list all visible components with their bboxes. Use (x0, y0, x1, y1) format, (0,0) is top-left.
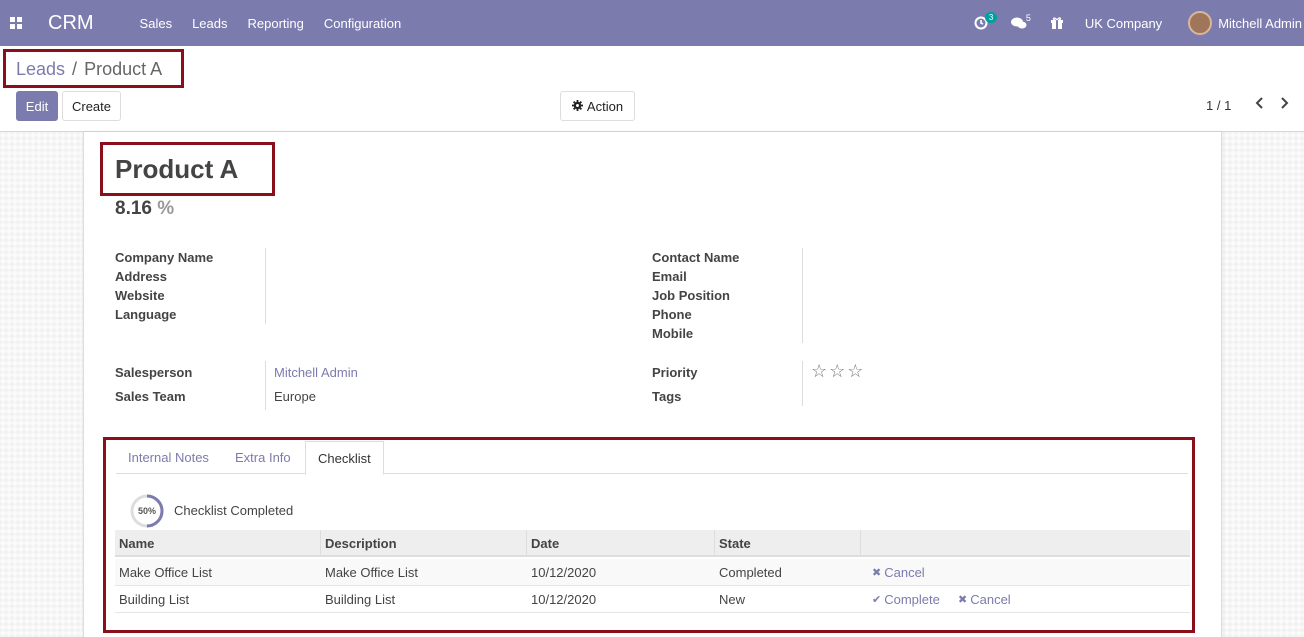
close-icon: ✖ (872, 567, 882, 579)
sales-team-value: Europe (274, 389, 316, 404)
action-button[interactable]: Action (560, 91, 635, 121)
email-label: Email (652, 269, 687, 284)
highlight-box-title (100, 142, 275, 196)
create-button[interactable]: Create (62, 91, 121, 121)
language-label: Language (115, 307, 177, 322)
job-position-label: Job Position (652, 288, 730, 303)
menu-leads[interactable]: Leads (192, 16, 227, 31)
mobile-label: Mobile (652, 326, 694, 341)
priority-label: Priority (652, 365, 698, 380)
menu-reporting[interactable]: Reporting (248, 16, 304, 31)
user-avatar[interactable] (1188, 11, 1213, 35)
sales-team-label: Sales Team (115, 389, 186, 404)
complete-label: Complete (884, 592, 940, 607)
probability-value: 8.16 (115, 198, 152, 219)
top-navbar: CRM Sales Leads Reporting Configuration … (0, 0, 1304, 46)
field-divider (265, 248, 266, 324)
control-panel: Leads / Product A Edit Create Action 1 /… (0, 46, 1304, 132)
gear-icon (571, 99, 583, 114)
activity-clock-icon[interactable]: 3 (971, 0, 998, 46)
column-description[interactable]: Description (321, 530, 527, 557)
column-state[interactable]: State (715, 530, 861, 557)
app-brand[interactable]: CRM (48, 12, 94, 35)
progress-percent: 50% (137, 506, 156, 516)
pager-value[interactable]: 1 / 1 (1206, 98, 1231, 113)
cancel-label: Cancel (884, 565, 925, 580)
phone-label: Phone (652, 307, 692, 322)
company-switcher[interactable]: UK Company (1085, 16, 1162, 31)
table-header: Name Description Date State (115, 530, 1190, 557)
tab-internal-notes[interactable]: Internal Notes (116, 441, 221, 474)
salesperson-label: Salesperson (115, 365, 193, 380)
menu-configuration[interactable]: Configuration (324, 16, 401, 31)
probability-field: 8.16 % (115, 198, 174, 220)
notebook-tabs: Internal Notes Extra Info Checklist (116, 441, 1188, 475)
row-description: Building List (325, 592, 396, 607)
chevron-right-icon[interactable] (1280, 96, 1290, 114)
tab-extra-info[interactable]: Extra Info (223, 441, 303, 474)
company-name-label: Company Name (115, 250, 214, 265)
highlight-box-breadcrumb (3, 49, 184, 88)
website-label: Website (115, 288, 165, 303)
tab-checklist[interactable]: Checklist (305, 441, 384, 475)
table-row[interactable]: Building List Building List 10/12/2020 N… (115, 586, 1190, 613)
check-icon: ✔ (872, 594, 882, 606)
row-state: Completed (719, 565, 782, 580)
field-divider (265, 361, 266, 410)
row-state: New (719, 592, 746, 607)
cancel-button[interactable]: ✖ Cancel (872, 559, 925, 586)
row-name: Building List (119, 592, 190, 607)
column-actions (861, 530, 1190, 557)
address-label: Address (115, 269, 168, 284)
row-date: 10/12/2020 (531, 592, 597, 607)
menu-sales[interactable]: Sales (140, 16, 173, 31)
contact-name-label: Contact Name (652, 250, 740, 265)
gift-icon[interactable] (1047, 0, 1067, 46)
apps-menu-icon[interactable] (0, 0, 32, 46)
row-name: Make Office List (119, 565, 212, 580)
row-date: 10/12/2020 (531, 565, 597, 580)
tags-label: Tags (652, 389, 682, 404)
probability-unit: % (157, 198, 175, 219)
cancel-label: Cancel (970, 592, 1011, 607)
messages-chat-icon[interactable]: 5 (1009, 0, 1031, 46)
column-date[interactable]: Date (527, 530, 715, 557)
user-menu[interactable]: Mitchell Admin (1218, 16, 1302, 31)
priority-star-icon[interactable]: ☆☆☆ (811, 361, 865, 382)
chevron-left-icon[interactable] (1254, 96, 1264, 114)
column-name[interactable]: Name (115, 530, 321, 557)
progress-label: Checklist Completed (174, 503, 294, 518)
field-divider (802, 361, 803, 406)
close-icon: ✖ (958, 594, 968, 606)
row-description: Make Office List (325, 565, 418, 580)
edit-button[interactable]: Edit (16, 91, 58, 121)
table-row[interactable]: Make Office List Make Office List 10/12/… (115, 559, 1190, 586)
field-divider (802, 248, 803, 343)
action-label: Action (586, 98, 624, 114)
activity-count-badge: 3 (984, 12, 998, 23)
salesperson-value[interactable]: Mitchell Admin (274, 365, 358, 380)
cancel-button[interactable]: ✖ Cancel (958, 586, 1011, 613)
complete-button[interactable]: ✔ Complete (872, 586, 940, 613)
messages-count-badge: 5 (1025, 13, 1031, 23)
